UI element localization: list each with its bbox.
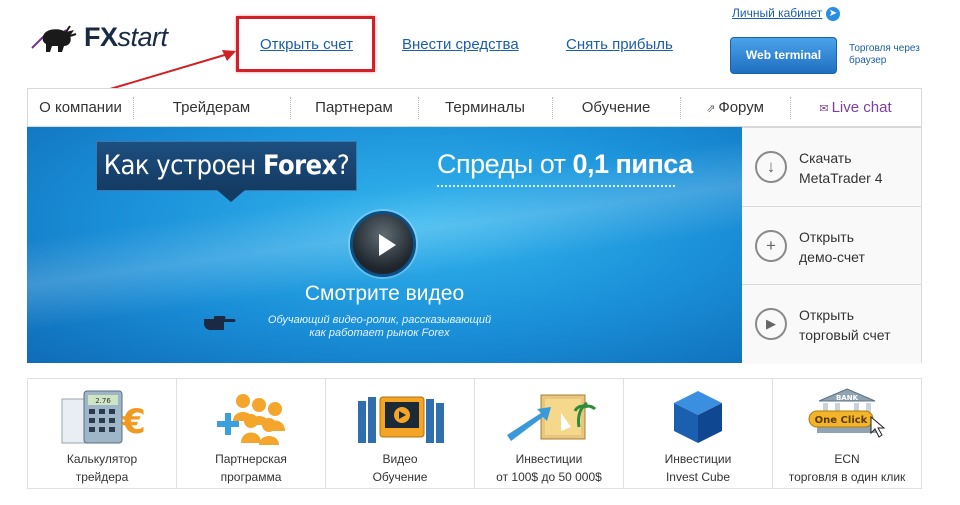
arrow-right-icon[interactable]: ➤ <box>826 7 840 21</box>
tile-invest-cube[interactable]: Инвестиции Invest Cube <box>624 379 773 488</box>
nav-item-partners[interactable]: Партнерам <box>290 89 418 126</box>
svg-text:One Click: One Click <box>815 415 868 426</box>
open-account-link[interactable]: Открыть счет <box>260 36 353 53</box>
svg-text:BANK: BANK <box>836 394 859 402</box>
nav-item-company[interactable]: О компании <box>28 89 133 126</box>
nav-item-forum[interactable]: ⇗ Форум <box>680 89 790 126</box>
pointing-hand-icon <box>204 316 236 330</box>
svg-text:2.76: 2.76 <box>95 397 111 405</box>
investment-icon <box>507 394 597 441</box>
withdraw-link[interactable]: Снять прибыль <box>566 36 673 53</box>
nav-item-terminals[interactable]: Терминалы <box>418 89 552 126</box>
chat-icon: ✉ <box>819 103 829 115</box>
svg-text:€: € <box>121 402 146 442</box>
web-terminal-note[interactable]: Торговля через браузер <box>849 43 939 67</box>
deposit-link[interactable]: Внести средства <box>402 36 519 53</box>
calculator-icon: 2.76 € <box>61 390 146 444</box>
main-nav: О компании Трейдерам Партнерам Терминалы… <box>27 88 922 127</box>
play-icon: ▶ <box>755 308 787 341</box>
side-actions: ↓ Скачать MetaTrader 4 + Открыть демо-сч… <box>742 127 922 365</box>
open-demo-account-button[interactable]: + Открыть демо-счет <box>742 206 921 286</box>
nav-item-traders[interactable]: Трейдерам <box>133 89 290 126</box>
partners-icon <box>217 394 285 445</box>
plus-icon: + <box>755 229 787 262</box>
video-icon <box>358 396 444 443</box>
open-trading-account-button[interactable]: ▶ Открыть торговый счет <box>742 285 921 365</box>
personal-cabinet-link[interactable]: Личный кабинет <box>732 6 822 20</box>
bank-icon: BANK One Click <box>808 388 886 438</box>
download-icon: ↓ <box>755 151 787 183</box>
tile-partners[interactable]: Партнерская программа <box>177 379 326 488</box>
nav-item-education[interactable]: Обучение <box>552 89 680 126</box>
tile-video-education[interactable]: Видео Обучение <box>326 379 475 488</box>
tile-ecn[interactable]: BANK One Click ECN торговля в один клик <box>773 379 921 488</box>
cube-icon <box>674 391 722 443</box>
bull-logo-icon <box>31 25 77 52</box>
web-terminal-button[interactable]: Web terminal <box>730 37 837 74</box>
download-metatrader-button[interactable]: ↓ Скачать MetaTrader 4 <box>742 128 921 207</box>
play-video-button[interactable] <box>350 211 416 277</box>
banner-description: Обучающий видео-ролик, рассказывающий ка… <box>267 314 492 339</box>
external-link-icon: ⇗ <box>706 103 716 115</box>
tile-investments[interactable]: Инвестиции от 100$ до 50 000$ <box>475 379 624 488</box>
spreads-headline: Спреды от 0,1 пипса <box>437 149 693 179</box>
nav-item-live-chat[interactable]: ✉ Live chat <box>790 89 921 126</box>
forex-question-box: Как устроен Forex? <box>96 141 357 202</box>
spreads-underline <box>437 185 675 187</box>
watch-video-label[interactable]: Смотрите видео <box>297 282 472 306</box>
video-banner[interactable]: Как устроен Forex? Спреды от 0,1 пипса С… <box>27 127 742 363</box>
feature-tiles: 2.76 € Калькулятор трейдера Партнерская … <box>27 378 922 489</box>
tile-calculator[interactable]: 2.76 € Калькулятор трейдера <box>28 379 177 488</box>
